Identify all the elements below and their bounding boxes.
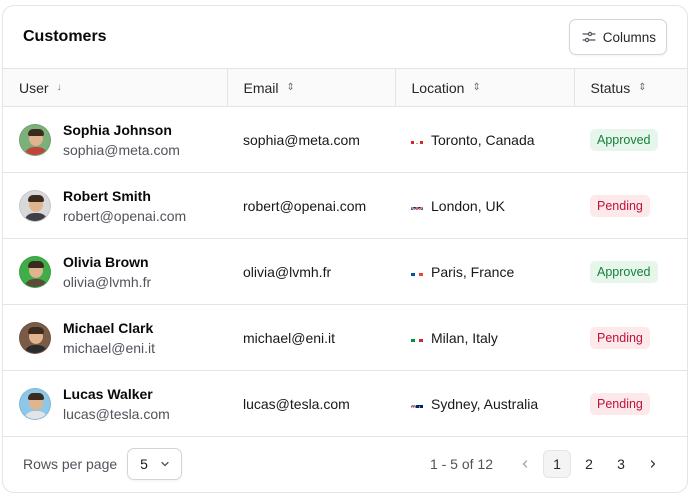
status-cell: Pending (574, 371, 687, 437)
rows-per-page-select[interactable]: 5 (127, 448, 183, 480)
location-cell: Toronto, Canada (395, 107, 574, 173)
customers-card: Customers Columns User ↓ Email ⇕ Location ⇕… (2, 5, 688, 493)
status-cell: Approved (574, 239, 687, 305)
rows-per-page-value: 5 (140, 456, 148, 472)
uk-flag-icon (411, 202, 423, 210)
column-header-status[interactable]: Status ⇕ (573, 68, 687, 107)
column-header-location[interactable]: Location ⇕ (394, 68, 574, 107)
table-footer: Rows per page 5 1 - 5 of 12 1 2 3 (3, 436, 687, 492)
table-row[interactable]: Lucas Walker lucas@tesla.com lucas@tesla… (3, 371, 687, 437)
sort-icon: ⇕ (638, 81, 647, 93)
australia-flag-icon (411, 400, 423, 408)
user-email: olivia@lvmh.fr (63, 273, 152, 290)
location-label: Milan, Italy (431, 329, 498, 346)
column-header-user[interactable]: User ↓ (3, 68, 227, 107)
status-badge: Pending (590, 194, 650, 217)
user-cell: Olivia Brown olivia@lvmh.fr (3, 239, 227, 305)
location-label: London, UK (431, 197, 505, 214)
page-range: 1 - 5 of 12 (429, 456, 493, 472)
page-button-2[interactable]: 2 (575, 450, 603, 478)
user-name: Olivia Brown (63, 253, 149, 270)
avatar (19, 189, 51, 222)
status-badge: Pending (590, 392, 650, 415)
columns-button-label: Columns (602, 29, 656, 45)
avatar (19, 255, 51, 288)
user-cell: Lucas Walker lucas@tesla.com (3, 371, 227, 437)
user-name: Robert Smith (63, 187, 151, 204)
status-badge: Approved (590, 260, 658, 283)
user-email: michael@eni.it (63, 339, 156, 356)
rows-per-page: Rows per page 5 (23, 448, 183, 480)
page-button-3[interactable]: 3 (607, 450, 635, 478)
user-name: Lucas Walker (63, 385, 153, 402)
sliders-icon (582, 30, 596, 44)
location-label: Paris, France (431, 263, 515, 280)
user-name: Sophia Johnson (63, 121, 172, 138)
column-header-email[interactable]: Email ⇕ (226, 68, 395, 107)
user-cell: Sophia Johnson sophia@meta.com (3, 107, 227, 173)
chevron-right-icon (648, 456, 658, 472)
user-email: sophia@meta.com (63, 141, 180, 158)
previous-page-button[interactable] (511, 450, 539, 478)
sort-icon: ⇕ (472, 81, 481, 93)
customers-table: User ↓ Email ⇕ Location ⇕ Status ⇕ Sophia Jo… (3, 68, 687, 437)
email-cell: robert@openai.com (243, 197, 367, 214)
canada-flag-icon (411, 136, 423, 144)
status-cell: Pending (574, 305, 687, 371)
email-cell: michael@eni.it (243, 329, 336, 346)
italy-flag-icon (411, 334, 423, 342)
user-name: Michael Clark (63, 319, 154, 336)
email-cell: lucas@tesla.com (243, 395, 350, 412)
table-row[interactable]: Michael Clark michael@eni.it michael@eni… (3, 305, 687, 371)
status-cell: Pending (574, 173, 687, 239)
status-badge: Pending (590, 326, 650, 349)
location-cell: Sydney, Australia (395, 371, 574, 437)
user-cell: Michael Clark michael@eni.it (3, 305, 227, 371)
email-cell: sophia@meta.com (243, 131, 360, 148)
columns-button[interactable]: Columns (568, 19, 667, 55)
user-cell: Robert Smith robert@openai.com (3, 173, 227, 239)
table-header-row: User ↓ Email ⇕ Location ⇕ Status ⇕ (3, 68, 687, 107)
chevron-down-icon (160, 456, 170, 472)
location-cell: Milan, Italy (395, 305, 574, 371)
pagination: 1 - 5 of 12 1 2 3 (430, 450, 667, 478)
card-header: Customers Columns (3, 6, 687, 68)
table-row[interactable]: Sophia Johnson sophia@meta.com sophia@me… (3, 107, 687, 173)
location-label: Toronto, Canada (431, 131, 535, 148)
table-row[interactable]: Robert Smith robert@openai.com robert@op… (3, 173, 687, 239)
status-badge: Approved (590, 128, 658, 151)
next-page-button[interactable] (639, 450, 667, 478)
location-cell: Paris, France (395, 239, 574, 305)
avatar (19, 321, 51, 354)
email-cell: olivia@lvmh.fr (243, 263, 332, 280)
page-button-1[interactable]: 1 (543, 450, 571, 478)
sort-icon: ⇕ (286, 81, 295, 93)
user-email: robert@openai.com (63, 207, 187, 224)
status-cell: Approved (574, 107, 687, 173)
sort-descending-icon: ↓ (56, 81, 62, 93)
avatar (19, 123, 51, 156)
table-row[interactable]: Olivia Brown olivia@lvmh.fr olivia@lvmh.… (3, 239, 687, 305)
user-email: lucas@tesla.com (63, 405, 170, 422)
chevron-left-icon (520, 456, 530, 472)
page-title: Customers (23, 28, 107, 45)
france-flag-icon (411, 268, 423, 276)
location-cell: London, UK (395, 173, 574, 239)
location-label: Sydney, Australia (431, 395, 539, 412)
rows-per-page-label: Rows per page (23, 456, 118, 472)
avatar (19, 387, 51, 420)
